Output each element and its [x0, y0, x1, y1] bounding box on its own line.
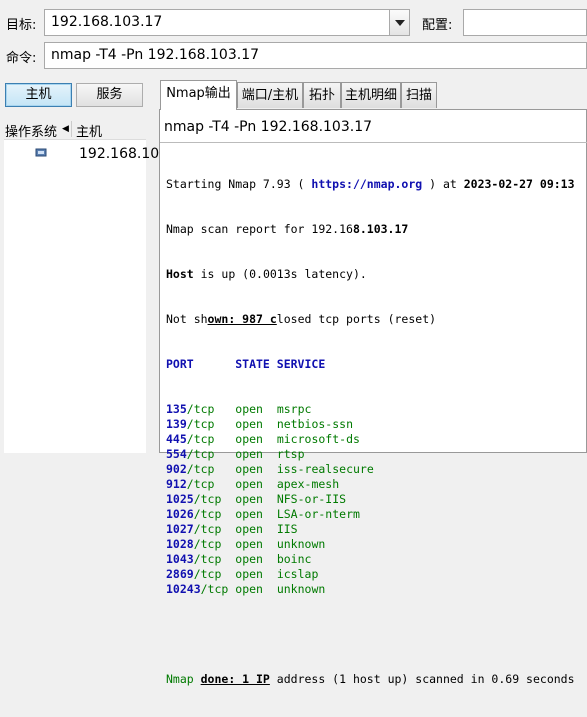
- column-divider: [71, 121, 72, 137]
- tab-topology[interactable]: 拓扑: [303, 82, 341, 108]
- output-line: Not shown: 987 closed tcp ports (reset): [166, 312, 437, 326]
- port-row: 10243/tcp open unknown: [166, 582, 326, 596]
- port-row: 554/tcp open rtsp: [166, 447, 305, 461]
- host-list-header: 操作系统 ◀ 主机: [4, 119, 146, 140]
- output-line: PORT STATE SERVICE: [166, 357, 326, 371]
- profile-label: 配置:: [422, 18, 453, 33]
- host-ip: 192.168.10: [79, 146, 160, 162]
- output-line: Starting Nmap 7.93 ( https://nmap.org ) …: [166, 177, 575, 191]
- port-row: 1027/tcp open IIS: [166, 522, 298, 536]
- output-command-text: nmap -T4 -Pn 192.168.103.17: [164, 119, 373, 135]
- sort-arrow-icon: ◀: [62, 124, 69, 134]
- port-row: 139/tcp open netbios-ssn: [166, 417, 353, 431]
- column-host[interactable]: 主机: [76, 121, 102, 140]
- target-label: 目标:: [6, 18, 37, 33]
- host-list: 操作系统 ◀ 主机 192.168.10: [4, 119, 159, 453]
- port-row: 1026/tcp open LSA-or-nterm: [166, 507, 360, 521]
- ports-list: 135/tcp open msrpc 139/tcp open netbios-s…: [166, 402, 575, 597]
- chevron-down-icon: [394, 19, 405, 26]
- command-input[interactable]: nmap -T4 -Pn 192.168.103.17: [44, 42, 587, 69]
- host-row[interactable]: 192.168.10: [4, 143, 159, 165]
- output-line: Nmap done: 1 IP address (1 host up) scan…: [166, 672, 575, 686]
- port-row: 1028/tcp open unknown: [166, 537, 326, 551]
- target-dropdown-button[interactable]: [389, 10, 409, 35]
- port-row: 445/tcp open microsoft-ds: [166, 432, 360, 446]
- output-line: Nmap scan report for 192.168.103.17: [166, 222, 409, 236]
- port-row: 912/tcp open apex-mesh: [166, 477, 340, 491]
- output-command-bar[interactable]: nmap -T4 -Pn 192.168.103.17: [160, 114, 587, 143]
- service-view-button[interactable]: 服务: [76, 83, 143, 107]
- port-row: 135/tcp open msrpc: [166, 402, 312, 416]
- port-row: 2869/tcp open icslap: [166, 567, 319, 581]
- os-unknown-icon: [35, 148, 47, 157]
- target-combobox[interactable]: 192.168.103.17: [44, 9, 410, 36]
- target-value: 192.168.103.17: [51, 14, 163, 30]
- port-row: 1043/tcp open boinc: [166, 552, 312, 566]
- tab-ports-hosts[interactable]: 端口/主机: [237, 82, 303, 108]
- tab-nmap-output[interactable]: Nmap输出: [160, 80, 237, 110]
- tab-host-details[interactable]: 主机明细: [341, 82, 401, 108]
- tab-scans[interactable]: 扫描: [401, 82, 437, 108]
- command-value: nmap -T4 -Pn 192.168.103.17: [51, 47, 260, 63]
- port-row: 902/tcp open iss-realsecure: [166, 462, 374, 476]
- port-row: 1025/tcp open NFS-or-IIS: [166, 492, 347, 506]
- command-label: 命令:: [6, 51, 37, 66]
- output-line: Host is up (0.0013s latency).: [166, 267, 367, 281]
- host-view-button[interactable]: 主机: [5, 83, 72, 107]
- profile-combobox[interactable]: [463, 9, 587, 36]
- output-text: Starting Nmap 7.93 ( https://nmap.org ) …: [166, 147, 575, 717]
- nmap-output-panel: nmap -T4 -Pn 192.168.103.17 Starting Nma…: [159, 109, 587, 686]
- column-os[interactable]: 操作系统: [5, 121, 57, 140]
